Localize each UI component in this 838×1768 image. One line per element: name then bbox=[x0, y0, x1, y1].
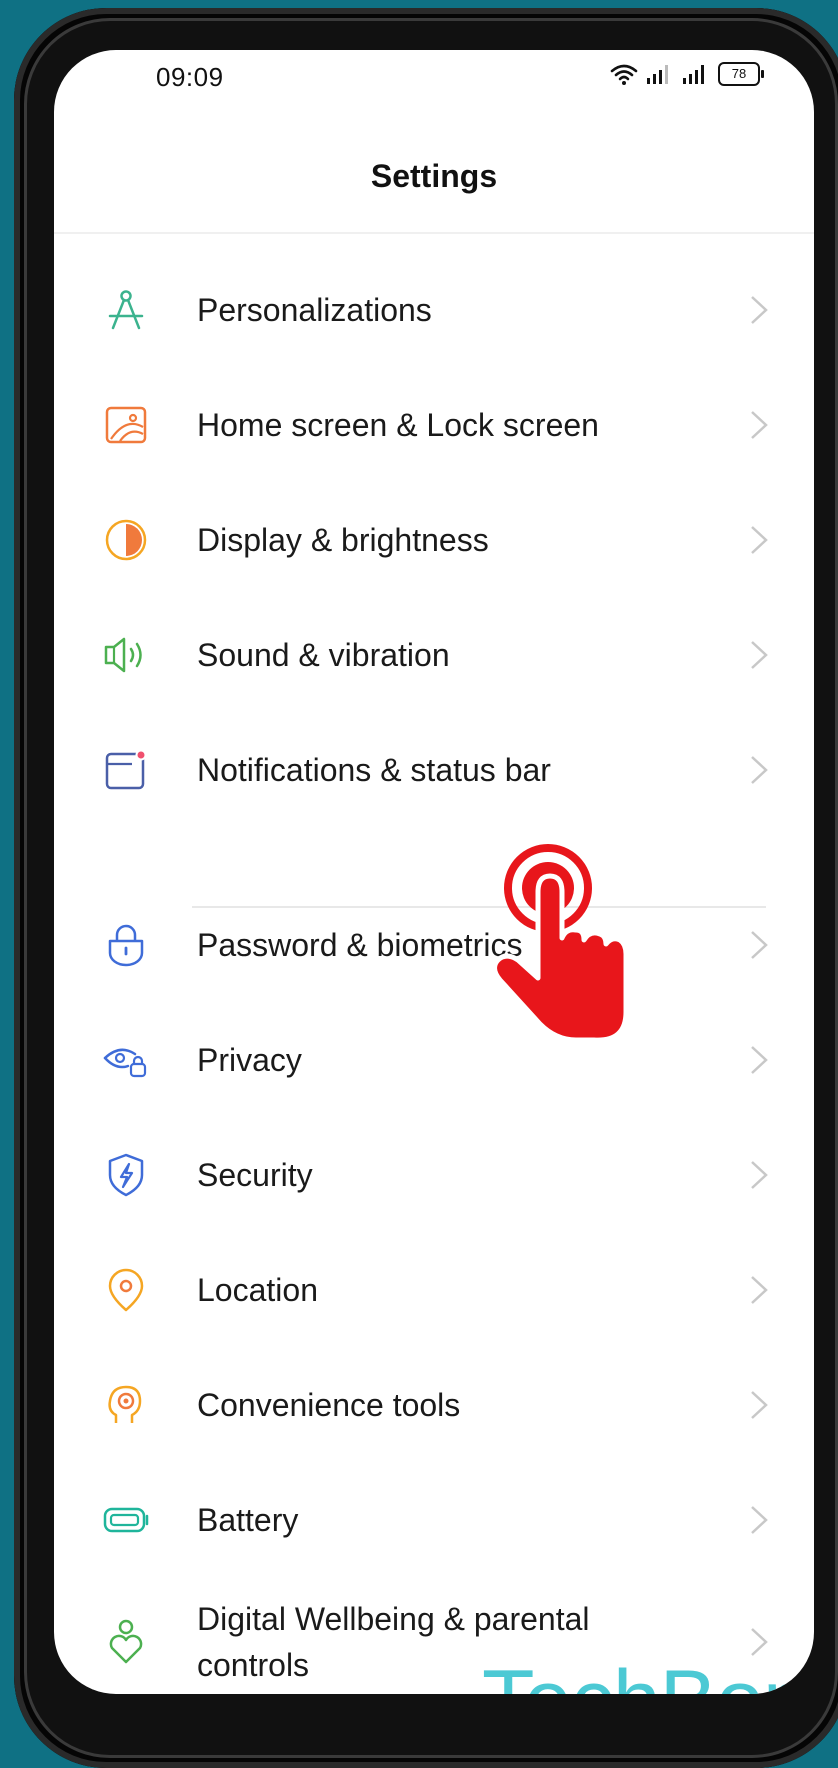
page-title: Settings bbox=[370, 158, 498, 194]
status-icons: 78 bbox=[610, 62, 764, 86]
compass-icon bbox=[108, 290, 144, 330]
convenience-icon bbox=[108, 1385, 142, 1423]
eye-lock-icon bbox=[103, 1048, 147, 1078]
signal-icon bbox=[683, 65, 704, 84]
chevron-right-icon bbox=[751, 526, 768, 554]
settings-item-label: Display & brightness bbox=[197, 522, 489, 558]
watermark: TechBone bbox=[482, 1658, 814, 1694]
settings-item-convenience-tools[interactable]: Convenience tools bbox=[54, 1350, 814, 1460]
settings-item-label: Notifications & status bar bbox=[197, 752, 551, 788]
wellbeing-icon bbox=[109, 1619, 143, 1664]
chevron-right-icon bbox=[751, 931, 768, 959]
notification-icon bbox=[105, 749, 147, 790]
settings-item-label: Security bbox=[197, 1157, 313, 1193]
status-bar: 09:09 78 bbox=[54, 50, 814, 110]
settings-item-sound-vibration[interactable]: Sound & vibration bbox=[54, 600, 814, 710]
settings-item-battery[interactable]: Battery bbox=[54, 1465, 814, 1575]
chevron-right-icon bbox=[751, 641, 768, 669]
brightness-icon bbox=[105, 519, 147, 561]
battery-icon: 78 bbox=[718, 62, 764, 86]
chevron-right-icon bbox=[751, 1276, 768, 1304]
chevron-right-icon bbox=[751, 1391, 768, 1419]
settings-item-label: Location bbox=[197, 1272, 318, 1308]
screen: 09:09 78 Settings Personalizations Home … bbox=[54, 50, 814, 1694]
speaker-icon bbox=[104, 637, 142, 673]
settings-item-label: Home screen & Lock screen bbox=[197, 407, 599, 443]
chevron-right-icon bbox=[751, 1161, 768, 1189]
settings-item-location[interactable]: Location bbox=[54, 1235, 814, 1345]
tap-hand-icon bbox=[492, 844, 629, 1040]
shield-icon bbox=[108, 1153, 144, 1197]
location-icon bbox=[108, 1268, 144, 1312]
settings-item-home-lock-screen[interactable]: Home screen & Lock screen bbox=[54, 370, 814, 480]
wifi-icon bbox=[610, 64, 638, 85]
settings-item-password-biometrics[interactable]: Password & biometrics bbox=[54, 890, 814, 1000]
chevron-right-icon bbox=[751, 296, 768, 324]
settings-item-label: Privacy bbox=[197, 1042, 302, 1078]
settings-item-label: Sound & vibration bbox=[197, 637, 450, 673]
battery-icon bbox=[103, 1507, 149, 1533]
chevron-right-icon bbox=[751, 756, 768, 784]
settings-item-label: Convenience tools bbox=[197, 1387, 461, 1423]
wallpaper-icon bbox=[105, 406, 147, 444]
settings-item-security[interactable]: Security bbox=[54, 1120, 814, 1230]
chevron-right-icon bbox=[751, 411, 768, 439]
signal-icon bbox=[647, 65, 668, 84]
settings-item-display-brightness[interactable]: Display & brightness bbox=[54, 485, 814, 595]
chevron-right-icon bbox=[751, 1506, 768, 1534]
settings-item-notifications[interactable]: Notifications & status bar bbox=[54, 715, 814, 825]
settings-item-privacy[interactable]: Privacy bbox=[54, 1005, 814, 1115]
chevron-right-icon bbox=[751, 1046, 768, 1074]
lock-icon bbox=[108, 924, 144, 967]
status-time: 09:09 bbox=[156, 62, 224, 92]
header-divider bbox=[54, 232, 814, 234]
settings-item-label: Personalizations bbox=[197, 292, 432, 328]
settings-item-label: Battery bbox=[197, 1502, 299, 1538]
settings-item-personalizations[interactable]: Personalizations bbox=[54, 255, 814, 365]
